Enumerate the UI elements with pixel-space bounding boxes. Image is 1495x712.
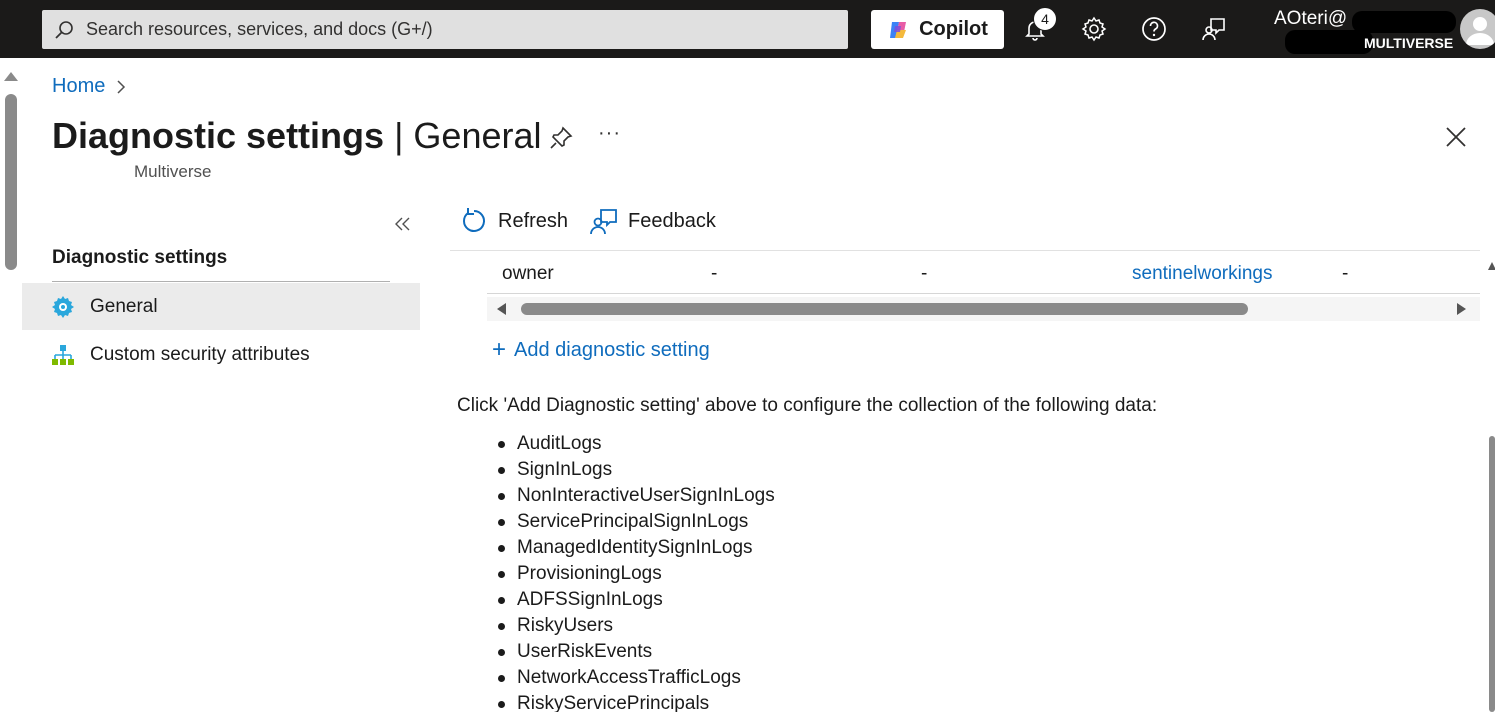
nav-heading: Diagnostic settings [52,247,228,268]
table-cell-name: owner [502,263,554,284]
person-icon [1466,17,1494,45]
gear-icon [50,294,76,320]
hierarchy-icon [50,342,76,368]
search-placeholder: Search resources, services, and docs (G+… [86,19,433,39]
list-item: AuditLogs [498,431,775,457]
copilot-button[interactable]: Copilot [871,10,1004,49]
list-item: ProvisioningLogs [498,561,775,587]
redaction-mask [1285,30,1373,54]
feedback-icon [590,209,617,235]
list-item: RiskyServicePrincipals [498,691,775,712]
list-item: UserRiskEvents [498,639,775,665]
copilot-icon [890,21,907,38]
chevron-right-icon [117,79,126,94]
feedback-icon [1202,18,1225,41]
scroll-up-arrow[interactable] [1488,262,1495,270]
table-row: owner - - sentinelworkings - [487,256,1480,294]
account-name[interactable]: AOteri@ [1274,8,1347,30]
top-bar: Search resources, services, and docs (G+… [0,0,1495,58]
content-scrollbar[interactable] [1487,262,1495,712]
collapse-menu-icon[interactable] [393,214,413,234]
copilot-label: Copilot [919,18,988,40]
command-bar: Refresh Feedback [460,207,716,235]
nav-divider [52,281,390,282]
list-item: NonInteractiveUserSignInLogs [498,483,775,509]
page-title: Diagnostic settings | General [52,115,542,157]
redaction-mask [1352,11,1456,33]
list-item: ADFSSignInLogs [498,587,775,613]
list-item: RiskyUsers [498,613,775,639]
add-diagnostic-setting-link[interactable]: + Add diagnostic setting [492,338,710,362]
search-input[interactable]: Search resources, services, and docs (G+… [42,10,848,49]
table-cell: - [711,263,718,284]
nav-item-general[interactable]: General [22,283,420,330]
breadcrumb: Home [52,75,127,98]
help-button[interactable] [1139,14,1169,44]
search-icon [55,20,73,39]
nav-item-label: General [90,295,158,317]
feedback-top-button[interactable] [1199,14,1229,44]
gear-icon [1081,16,1107,42]
breadcrumb-home[interactable]: Home [52,75,105,98]
page-scrollbar[interactable] [0,58,22,712]
page-title-main: Diagnostic settings [52,115,385,156]
page-subtitle: Multiverse [134,162,212,181]
scroll-thumb[interactable] [521,303,1248,315]
list-item: ServicePrincipalSignInLogs [498,509,775,535]
scroll-thumb[interactable] [5,94,17,270]
settings-button[interactable] [1079,14,1109,44]
notification-badge: 4 [1033,7,1057,31]
plus-icon: + [492,336,507,363]
add-diagnostic-setting-label: Add diagnostic setting [514,338,710,361]
table-cell: - [921,263,928,284]
scroll-thumb[interactable] [1489,436,1495,712]
feedback-button[interactable]: Feedback [590,207,716,235]
nav-item-custom-security-attributes[interactable]: Custom security attributes [22,331,420,378]
info-text: Click 'Add Diagnostic setting' above to … [457,395,1158,416]
more-options-button[interactable]: ··· [598,122,621,145]
scroll-right-arrow[interactable] [1457,303,1466,315]
horizontal-scrollbar[interactable] [487,297,1480,321]
close-icon[interactable] [1443,124,1469,150]
help-icon [1142,17,1166,41]
list-item: SignInLogs [498,457,775,483]
account-org: MULTIVERSE [1364,35,1454,51]
refresh-button[interactable]: Refresh [460,207,568,235]
nav-item-label: Custom security attributes [90,343,310,365]
refresh-label: Refresh [498,209,569,232]
list-item: ManagedIdentitySignInLogs [498,535,775,561]
table-cell-workspace-link[interactable]: sentinelworkings [1132,263,1272,285]
scroll-up-arrow[interactable] [4,72,18,81]
table-cell: - [1342,263,1349,284]
toolbar-divider [450,250,1480,251]
pin-icon[interactable] [548,125,574,151]
list-item: NetworkAccessTrafficLogs [498,665,775,691]
log-types-list: AuditLogs SignInLogs NonInteractiveUserS… [498,431,775,712]
feedback-label: Feedback [628,209,716,232]
avatar[interactable] [1460,9,1495,49]
page-title-section: | General [384,115,542,156]
refresh-icon [463,208,485,232]
scroll-left-arrow[interactable] [497,303,506,315]
